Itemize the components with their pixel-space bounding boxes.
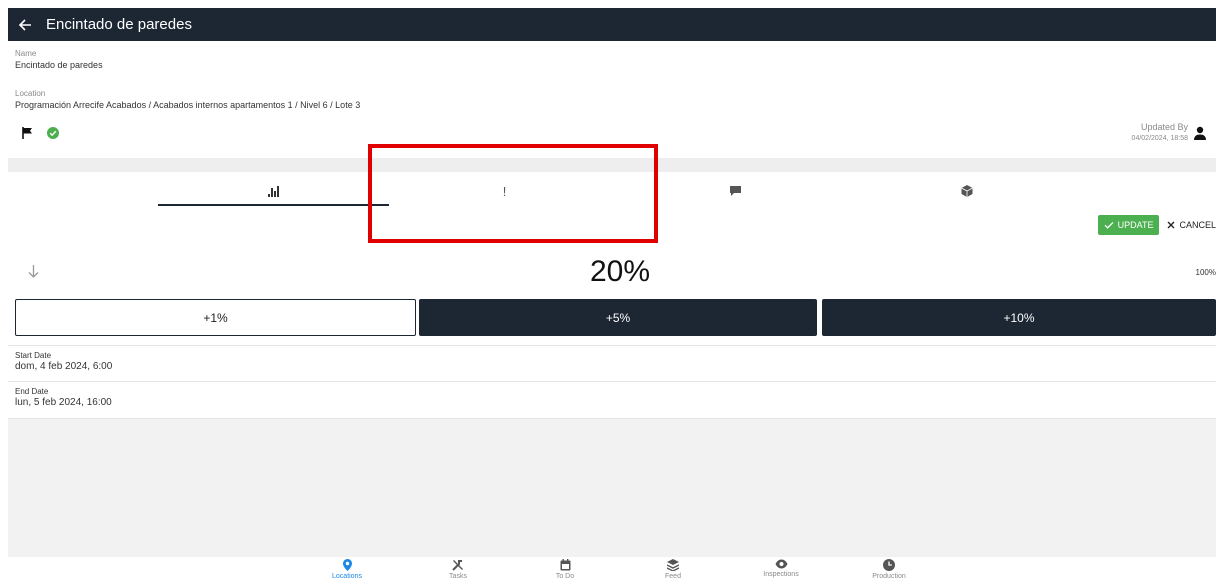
person-icon: [1194, 126, 1206, 140]
close-icon: [1167, 221, 1175, 229]
empty-area: [8, 418, 1216, 557]
start-date-field[interactable]: Start Date dom, 4 feb 2024, 6:00: [8, 345, 1216, 381]
tools-icon: [452, 560, 463, 571]
start-date-value: dom, 4 feb 2024, 6:00: [15, 361, 113, 372]
location-field: Location Programación Arrecife Acabados …: [15, 89, 360, 111]
increment-5-button[interactable]: +5%: [419, 299, 817, 336]
tab-materials[interactable]: [851, 172, 1082, 210]
nav-tasks[interactable]: Tasks: [423, 559, 493, 580]
page-title: Encintado de paredes: [46, 16, 192, 33]
location-label: Location: [15, 89, 46, 98]
comment-icon: [730, 186, 741, 196]
nav-tasks-label: Tasks: [449, 573, 467, 580]
back-button[interactable]: [12, 8, 38, 41]
nav-todo-label: To Do: [555, 573, 575, 580]
check-icon: [1104, 221, 1114, 229]
eye-icon: [775, 559, 787, 569]
name-value: Encintado de paredes: [15, 60, 103, 70]
nav-locations-label: Locations: [332, 573, 362, 580]
increment-10-button[interactable]: +10%: [822, 299, 1216, 336]
progress-max: 100%: [1195, 268, 1216, 277]
nav-production[interactable]: Production: [854, 559, 924, 580]
end-date-label: End Date: [15, 387, 49, 396]
bottom-navigation: Locations Tasks To Do Feed Inspections P…: [8, 557, 1216, 587]
status-icons: [22, 127, 59, 139]
flag-icon[interactable]: [22, 127, 33, 139]
end-date-value: lun, 5 feb 2024, 16:00: [15, 397, 112, 408]
action-buttons: UPDATE CANCEL: [1097, 215, 1216, 235]
nav-inspections-label: Inspections: [763, 571, 799, 578]
app-window: Encintado de paredes Name Encintado de p…: [8, 8, 1216, 587]
increment-1-button[interactable]: +1%: [15, 299, 416, 336]
nav-production-label: Production: [872, 573, 906, 580]
tab-progress[interactable]: [158, 172, 389, 210]
highlight-box: [368, 144, 658, 243]
location-pin-icon: [342, 559, 352, 571]
nav-feed-label: Feed: [665, 573, 681, 580]
cancel-label: CANCEL: [1179, 220, 1216, 230]
name-label: Name: [15, 49, 37, 58]
nav-inspections[interactable]: Inspections: [746, 559, 816, 578]
updated-date: 04/02/2024, 18:58: [1131, 135, 1188, 142]
check-circle-icon: [47, 127, 59, 139]
update-button[interactable]: UPDATE: [1097, 215, 1160, 235]
updated-by: Updated By 04/02/2024, 18:58: [1132, 122, 1206, 144]
nav-feed[interactable]: Feed: [638, 559, 708, 580]
progress-row: 20% 100%: [8, 255, 1216, 291]
progress-value: 20%: [589, 255, 651, 288]
name-field: Name Encintado de paredes: [15, 49, 103, 71]
back-arrow-icon: [18, 18, 31, 31]
calendar-icon: [560, 559, 570, 571]
nav-todo[interactable]: To Do: [530, 559, 600, 580]
bar-chart-icon: [267, 186, 279, 197]
layers-icon: [667, 559, 679, 571]
cube-icon: [960, 185, 973, 197]
nav-locations[interactable]: Locations: [312, 559, 382, 580]
top-app-bar: Encintado de paredes: [8, 8, 1216, 41]
start-date-label: Start Date: [15, 351, 52, 360]
location-value: Programación Arrecife Acabados / Acabado…: [15, 100, 361, 110]
update-label: UPDATE: [1117, 220, 1154, 230]
cancel-button[interactable]: CANCEL: [1167, 215, 1216, 235]
updated-by-label: Updated By: [1140, 122, 1188, 132]
end-date-field[interactable]: End Date lun, 5 feb 2024, 16:00: [8, 381, 1216, 418]
increment-buttons: +1% +5% +10%: [15, 299, 1216, 336]
clock-icon: [883, 559, 895, 571]
